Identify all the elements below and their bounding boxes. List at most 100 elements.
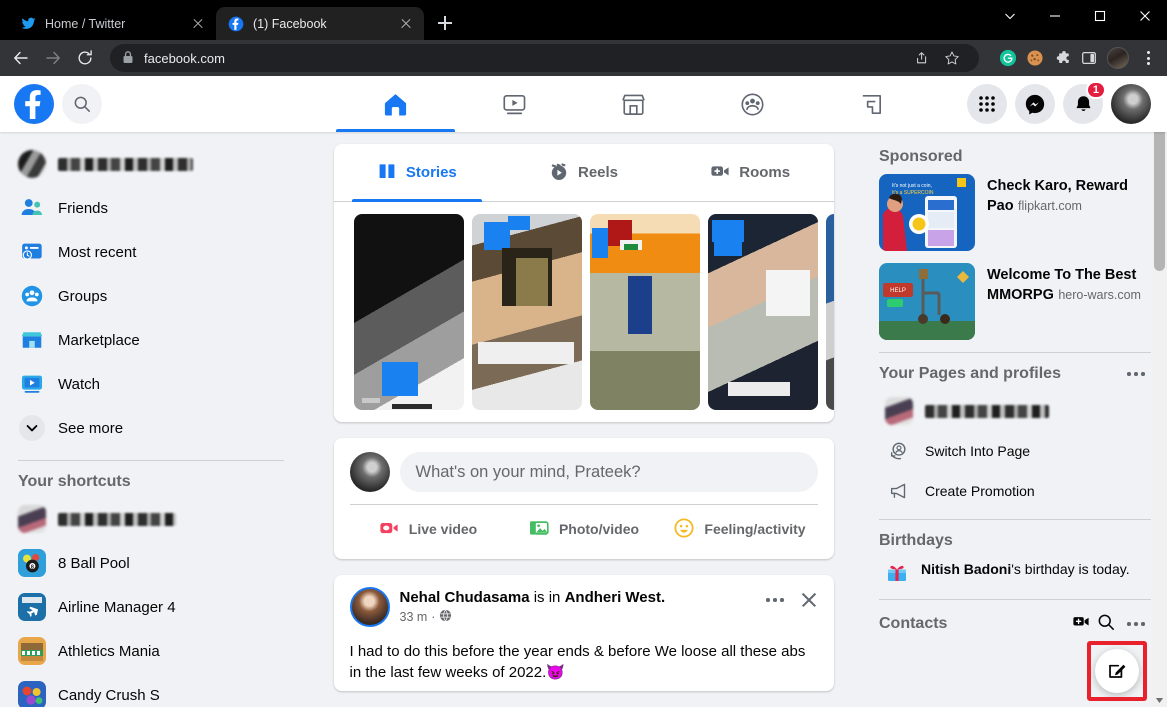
sidebar-item-marketplace[interactable]: Marketplace xyxy=(10,318,292,362)
reels-icon xyxy=(549,161,569,185)
marketplace-icon xyxy=(18,326,46,354)
page-entry[interactable] xyxy=(879,391,1151,431)
avatar[interactable] xyxy=(349,587,390,627)
video-room-icon[interactable] xyxy=(1072,612,1091,636)
avatar[interactable] xyxy=(1111,84,1151,124)
three-dot-menu-icon[interactable] xyxy=(1135,43,1161,73)
page-body: Friends Most recent Groups Marketplace W… xyxy=(0,132,1167,707)
close-icon[interactable] xyxy=(398,16,414,32)
action-label: Photo/video xyxy=(558,521,640,537)
tab-search-chevron-icon[interactable] xyxy=(987,0,1032,32)
window-controls xyxy=(987,0,1167,40)
cookie-icon[interactable] xyxy=(1026,49,1044,67)
photo-video-button[interactable]: Photo/video xyxy=(506,509,662,549)
airline-manager-icon xyxy=(18,593,46,621)
shortcut-item-candy-crush[interactable]: Candy Crush S xyxy=(10,673,292,707)
page-name xyxy=(925,404,1049,418)
nav-tab-watch[interactable] xyxy=(455,76,574,132)
nav-tab-marketplace[interactable] xyxy=(574,76,693,132)
ad-url: hero-wars.com xyxy=(1058,288,1141,302)
birthday-name[interactable]: Nitish Badoni xyxy=(921,561,1011,577)
messenger-icon[interactable] xyxy=(1015,84,1055,124)
close-icon[interactable] xyxy=(190,16,206,32)
post-time[interactable]: 33 m xyxy=(400,610,428,624)
story-thumbnail[interactable] xyxy=(589,214,700,410)
switch-into-page-button[interactable]: Switch Into Page xyxy=(879,431,1151,471)
address-bar[interactable]: facebook.com xyxy=(110,44,979,72)
three-dots-icon[interactable] xyxy=(1121,366,1151,382)
share-icon[interactable] xyxy=(905,43,935,73)
browser-tab-facebook[interactable]: (1) Facebook xyxy=(216,7,424,40)
three-dots-icon[interactable] xyxy=(766,598,784,602)
facebook-logo[interactable] xyxy=(14,84,54,124)
sidebar-item-see-more[interactable]: See more xyxy=(10,406,292,450)
close-button[interactable] xyxy=(1122,0,1167,32)
create-promotion-button[interactable]: Create Promotion xyxy=(879,471,1151,511)
feed-post: Nehal Chudasama is in Andheri West. 33 m… xyxy=(333,575,834,691)
sidebar-item-profile[interactable] xyxy=(10,142,292,186)
post-author[interactable]: Nehal Chudasama xyxy=(400,589,530,606)
sponsored-ad[interactable]: HELP Welcome To The Best MMORPG hero-war… xyxy=(879,263,1151,340)
back-arrow-icon[interactable] xyxy=(6,43,36,73)
facebook-header: 1 xyxy=(0,76,1167,132)
shortcut-item-8-ball-pool[interactable]: 8 8 Ball Pool xyxy=(10,541,292,585)
sidebar-item-friends[interactable]: Friends xyxy=(10,186,292,230)
tab-rooms[interactable]: Rooms xyxy=(667,144,834,201)
story-thumbnail[interactable] xyxy=(353,214,464,410)
sidebar-item-label: Watch xyxy=(58,375,100,393)
post-meta: Nehal Chudasama is in Andheri West. 33 m… xyxy=(400,587,757,625)
svg-text:HELP: HELP xyxy=(890,288,906,294)
search-icon[interactable] xyxy=(62,84,102,124)
new-tab-button[interactable] xyxy=(430,8,460,38)
candy-crush-icon xyxy=(18,681,46,707)
contacts-actions xyxy=(1072,612,1151,636)
star-icon[interactable] xyxy=(937,43,967,73)
shortcut-item[interactable] xyxy=(10,497,292,541)
pages-title: Your Pages and profiles xyxy=(879,365,1061,382)
sponsored-ad[interactable]: It's not just a coin, It's a SUPERCOIN Ch… xyxy=(879,174,1151,251)
feeling-activity-button[interactable]: Feeling/activity xyxy=(662,509,818,549)
tab-reels[interactable]: Reels xyxy=(500,144,667,201)
stories-tabs: Stories Reels Rooms xyxy=(333,144,834,202)
story-thumbnail[interactable] xyxy=(825,214,834,410)
birthday-entry[interactable]: Nitish Badoni's birthday is today. xyxy=(879,558,1151,591)
grammarly-icon[interactable] xyxy=(999,49,1017,67)
story-thumbnail[interactable] xyxy=(471,214,582,410)
nav-tab-gaming[interactable] xyxy=(812,76,931,132)
minimize-button[interactable] xyxy=(1032,0,1077,32)
sidebar-item-groups[interactable]: Groups xyxy=(10,274,292,318)
bell-icon[interactable]: 1 xyxy=(1063,81,1106,124)
three-dots-icon[interactable] xyxy=(1121,616,1151,632)
scroll-down-arrow-icon[interactable] xyxy=(1152,693,1167,707)
tab-strip: Home / Twitter (1) Facebook xyxy=(0,0,460,40)
stories-carousel[interactable] xyxy=(334,202,834,422)
sidepanel-icon[interactable] xyxy=(1080,49,1098,67)
sidebar-item-most-recent[interactable]: Most recent xyxy=(10,230,292,274)
post-location[interactable]: Andheri West. xyxy=(565,589,666,606)
chrome-profile-avatar[interactable] xyxy=(1107,47,1129,69)
url-text: facebook.com xyxy=(144,50,225,66)
reload-icon[interactable] xyxy=(70,43,100,73)
live-video-icon xyxy=(378,517,400,542)
shortcut-item-athletics-mania[interactable]: Athletics Mania xyxy=(10,629,292,673)
post-input[interactable]: What's on your mind, Prateek? xyxy=(399,452,818,492)
maximize-button[interactable] xyxy=(1077,0,1122,32)
compose-new-message-button[interactable] xyxy=(1095,649,1139,693)
tab-stories[interactable]: Stories xyxy=(334,144,501,202)
search-icon[interactable] xyxy=(1097,613,1115,636)
browser-tab-twitter[interactable]: Home / Twitter xyxy=(8,7,216,40)
avatar[interactable] xyxy=(349,452,390,492)
shortcut-item-airline-manager[interactable]: Airline Manager 4 xyxy=(10,585,292,629)
puzzle-extensions-icon[interactable] xyxy=(1053,49,1071,67)
nav-tab-groups[interactable] xyxy=(693,76,812,132)
forward-arrow-icon[interactable] xyxy=(38,43,68,73)
nav-tab-home[interactable] xyxy=(336,76,455,132)
sidebar-item-watch[interactable]: Watch xyxy=(10,362,292,406)
close-icon[interactable] xyxy=(800,591,818,609)
tab-title: Home / Twitter xyxy=(45,16,126,31)
live-video-button[interactable]: Live video xyxy=(350,509,506,549)
story-thumbnail[interactable] xyxy=(707,214,818,410)
grid-nine-dots-icon[interactable] xyxy=(967,84,1007,124)
page-scrollbar[interactable] xyxy=(1152,76,1167,707)
header-nav-tabs xyxy=(300,76,967,132)
